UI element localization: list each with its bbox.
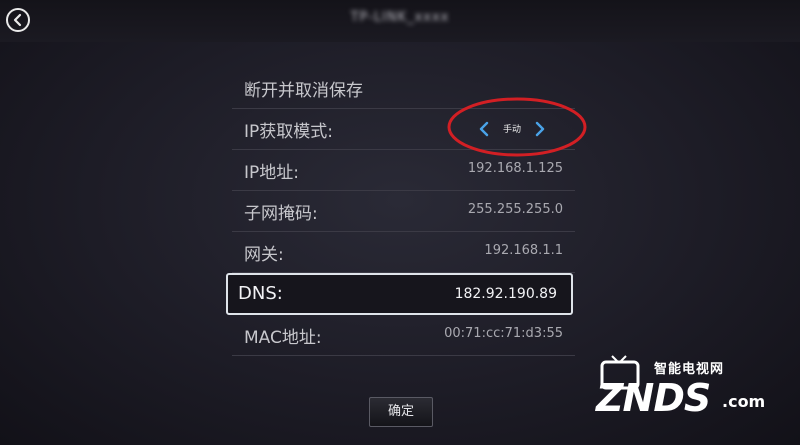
ip-address-row[interactable]: IP地址: 192.168.1.125	[232, 150, 575, 191]
gateway-label: 网关:	[244, 245, 284, 265]
ip-address-label: IP地址:	[244, 163, 299, 183]
network-name-title: TP-LINK_xxxx	[350, 10, 450, 25]
dns-row[interactable]: DNS: 182.92.190.89	[226, 273, 573, 315]
chevron-left-icon[interactable]	[477, 119, 491, 139]
ip-mode-row: IP获取模式: 手动	[232, 109, 575, 150]
ip-mode-label: IP获取模式:	[244, 122, 333, 142]
confirm-button[interactable]: 确定	[369, 397, 433, 427]
subnet-mask-row[interactable]: 子网掩码: 255.255.255.0	[232, 191, 575, 232]
back-button[interactable]	[6, 8, 30, 32]
ip-mode-value: 手动	[502, 125, 521, 135]
disconnect-and-forget-item[interactable]: 断开并取消保存	[232, 68, 575, 109]
mac-address-label: MAC地址:	[244, 328, 322, 348]
chevron-left-icon	[13, 13, 22, 27]
disconnect-label: 断开并取消保存	[244, 81, 363, 101]
gateway-row[interactable]: 网关: 192.168.1.1	[232, 232, 575, 273]
subnet-mask-label: 子网掩码:	[244, 204, 318, 224]
watermark-logo: ZNDS	[596, 376, 711, 420]
network-settings-panel: 断开并取消保存 IP获取模式: 手动 IP地址: 192.168.1.125 子…	[226, 68, 575, 356]
chevron-right-icon[interactable]	[533, 119, 547, 139]
gateway-value: 192.168.1.1	[484, 243, 563, 258]
dns-label: DNS:	[238, 283, 283, 304]
ip-address-value: 192.168.1.125	[467, 161, 563, 176]
top-bar: TP-LINK_xxxx	[0, 0, 800, 42]
watermark-site-name: 智能电视网	[654, 362, 725, 377]
znds-watermark: 智能电视网 ZNDS .com	[596, 342, 796, 422]
mac-address-row: MAC地址: 00:71:cc:71:d3:55	[232, 315, 575, 356]
watermark-domain: .com	[722, 392, 766, 411]
ip-mode-selector[interactable]: 手动	[477, 118, 547, 140]
mac-address-value: 00:71:cc:71:d3:55	[444, 326, 563, 341]
subnet-mask-value: 255.255.255.0	[467, 202, 563, 217]
dns-value: 182.92.190.89	[454, 286, 557, 302]
